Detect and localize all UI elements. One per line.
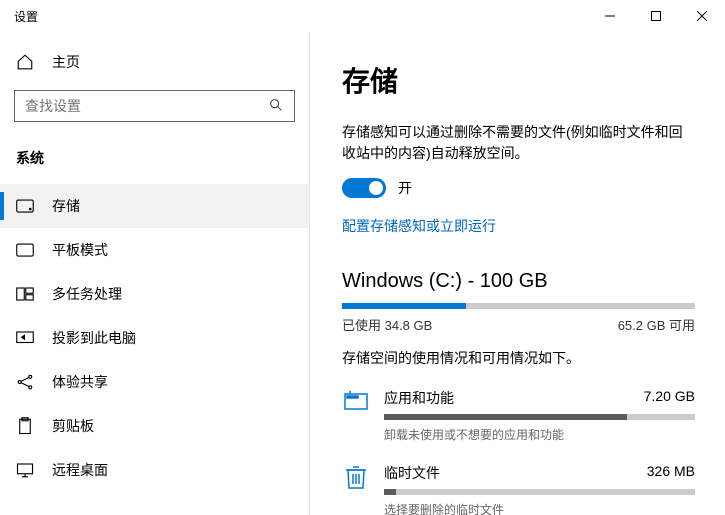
category-bar xyxy=(384,489,695,495)
category-fill xyxy=(384,489,396,495)
share-icon xyxy=(16,373,34,391)
category-temp[interactable]: 临时文件 326 MB 选择要删除的临时文件 xyxy=(342,463,695,515)
tablet-icon xyxy=(16,243,34,257)
main-content: 存储 存储感知可以通过删除不需要的文件(例如临时文件和回收站中的内容)自动释放空… xyxy=(310,32,725,515)
drive-free-text: 65.2 GB 可用 xyxy=(618,315,695,334)
project-icon xyxy=(16,331,34,345)
window-title: 设置 xyxy=(14,8,38,25)
sidebar-item-project[interactable]: 投影到此电脑 xyxy=(0,316,309,360)
sidebar-item-shared[interactable]: 体验共享 xyxy=(0,360,309,404)
sidebar-item-label: 投影到此电脑 xyxy=(52,328,136,348)
category-bar xyxy=(384,414,695,420)
sidebar-item-label: 剪贴板 xyxy=(52,416,94,436)
toggle-state-label: 开 xyxy=(398,178,412,198)
drive-sub-desc: 存储空间的使用情况和可用情况如下。 xyxy=(342,348,695,368)
close-button[interactable] xyxy=(679,0,725,32)
drive-usage-fill xyxy=(342,303,466,309)
sidebar-item-storage[interactable]: 存储 xyxy=(0,184,309,228)
multitask-icon xyxy=(16,287,34,301)
search-field[interactable] xyxy=(25,98,268,114)
sidebar-item-clipboard[interactable]: 剪贴板 xyxy=(0,404,309,448)
clipboard-icon xyxy=(16,417,34,435)
home-label: 主页 xyxy=(52,52,80,72)
category-hint: 卸载未使用或不想要的应用和功能 xyxy=(384,426,695,443)
titlebar: 设置 xyxy=(0,0,725,32)
drive-usage-bar xyxy=(342,303,695,309)
home-nav[interactable]: 主页 xyxy=(0,42,309,82)
remote-icon xyxy=(16,462,34,478)
sidebar-item-tablet[interactable]: 平板模式 xyxy=(0,228,309,272)
sidebar-item-label: 多任务处理 xyxy=(52,284,122,304)
drive-title: Windows (C:) - 100 GB xyxy=(342,270,695,293)
search-input[interactable] xyxy=(14,90,295,122)
category-size: 326 MB xyxy=(647,463,695,483)
configure-link[interactable]: 配置存储感知或立即运行 xyxy=(342,216,695,236)
maximize-button[interactable] xyxy=(633,0,679,32)
sidebar-item-label: 存储 xyxy=(52,196,80,216)
search-icon xyxy=(268,97,284,116)
page-title: 存储 xyxy=(342,60,695,100)
sidebar-item-multitask[interactable]: 多任务处理 xyxy=(0,272,309,316)
sidebar-item-label: 远程桌面 xyxy=(52,460,108,480)
sidebar-item-label: 平板模式 xyxy=(52,240,108,260)
home-icon xyxy=(16,53,34,71)
category-fill xyxy=(384,414,627,420)
window-controls xyxy=(587,0,725,32)
minimize-button[interactable] xyxy=(587,0,633,32)
storage-icon xyxy=(16,199,34,213)
category-hint: 选择要删除的临时文件 xyxy=(384,501,695,515)
section-title: 系统 xyxy=(0,138,309,184)
sidebar-item-remote[interactable]: 远程桌面 xyxy=(0,448,309,492)
category-size: 7.20 GB xyxy=(644,388,695,408)
apps-icon xyxy=(342,388,370,443)
category-apps[interactable]: 应用和功能 7.20 GB 卸载未使用或不想要的应用和功能 xyxy=(342,388,695,443)
sidebar: 主页 系统 存储 平板模式 xyxy=(0,32,310,515)
drive-used-text: 已使用 34.8 GB xyxy=(342,315,432,334)
category-name: 临时文件 xyxy=(384,463,440,483)
trash-icon xyxy=(342,463,370,515)
storage-sense-description: 存储感知可以通过删除不需要的文件(例如临时文件和回收站中的内容)自动释放空间。 xyxy=(342,122,695,164)
category-name: 应用和功能 xyxy=(384,388,454,408)
sidebar-item-label: 体验共享 xyxy=(52,372,108,392)
storage-sense-toggle[interactable] xyxy=(342,178,386,198)
